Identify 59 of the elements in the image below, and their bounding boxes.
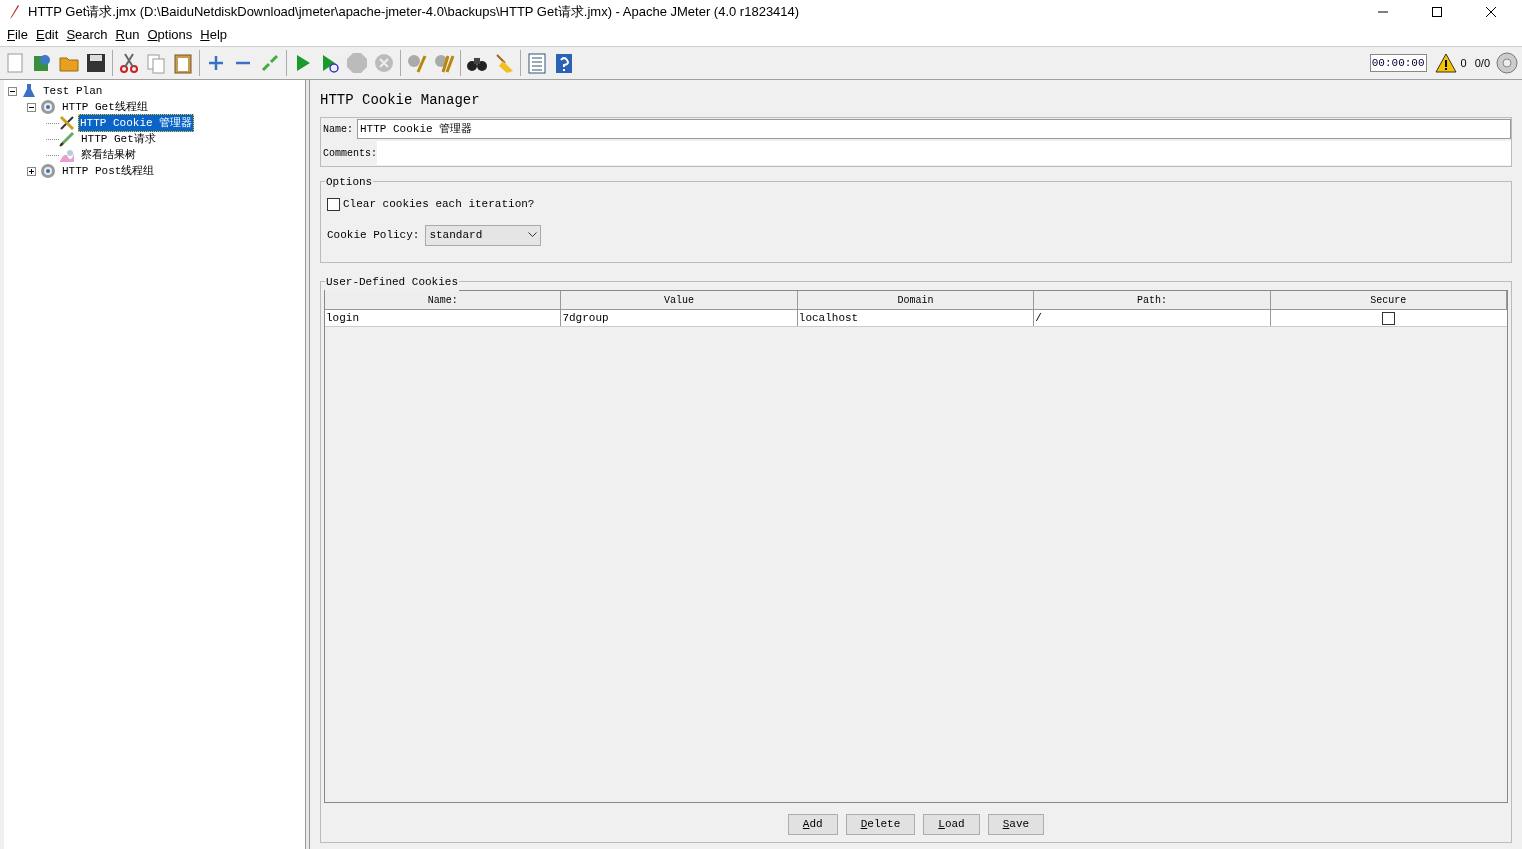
collapse-icon[interactable] xyxy=(8,86,17,96)
table-cell: login xyxy=(325,310,562,326)
dropdown-value: standard xyxy=(429,227,483,243)
checkbox[interactable] xyxy=(327,197,340,211)
comments-field[interactable] xyxy=(377,141,1511,165)
tree-item[interactable]: HTTP Cookie 管理器 xyxy=(78,113,195,133)
menu-item[interactable]: Run xyxy=(111,25,144,45)
column-header[interactable]: Name: xyxy=(325,291,562,310)
chevron-down-icon xyxy=(528,232,538,238)
elapsed-time-field: 00:00:00 xyxy=(1369,53,1427,73)
action-button[interactable]: Add xyxy=(787,814,838,835)
close-icon xyxy=(1486,7,1496,17)
menu-item[interactable]: Options xyxy=(143,25,197,45)
checkbox-label: Clear cookies each iteration? xyxy=(343,197,535,212)
error-count: 0 xyxy=(1460,55,1467,71)
action-button[interactable]: Save xyxy=(987,814,1045,835)
chart-icon xyxy=(59,147,75,163)
paste-icon[interactable] xyxy=(172,52,194,74)
save-icon[interactable] xyxy=(85,52,107,74)
menu-item[interactable]: Edit xyxy=(31,25,63,45)
gear-icon xyxy=(40,163,56,179)
column-header[interactable]: Path: xyxy=(1034,291,1271,310)
checkbox[interactable] xyxy=(1382,311,1396,325)
thread-count: 0/0 xyxy=(1474,55,1490,71)
window-title: HTTP Get请求.jmx (D:\BaiduNetdiskDownload\jmeter\apache-jmeter-4.0\backups\HTTP Get请求.jmx) - Apache JMeter (4.0 r1823414) xyxy=(28,3,800,22)
panel-heading: HTTP Cookie Manager xyxy=(320,91,481,110)
cut-icon[interactable] xyxy=(118,52,140,74)
expand-icon[interactable] xyxy=(27,166,36,176)
list-icon[interactable] xyxy=(526,52,548,74)
action-button[interactable]: Delete xyxy=(845,814,916,835)
warning-icon[interactable] xyxy=(1434,53,1457,73)
pen-icon xyxy=(59,131,75,147)
group-title: User-Defined Cookies xyxy=(325,274,460,291)
flask-icon xyxy=(21,83,37,99)
copy-icon[interactable] xyxy=(145,52,167,74)
table-cell: localhost xyxy=(797,310,1035,326)
column-header[interactable]: Value xyxy=(561,291,798,310)
wrench-icon xyxy=(59,115,75,131)
broom-icon[interactable] xyxy=(493,52,515,74)
menu-item[interactable]: Search xyxy=(62,25,112,45)
column-header[interactable]: Secure xyxy=(1270,291,1507,310)
cookie-policy-dropdown[interactable]: standard xyxy=(425,224,542,246)
name-field[interactable]: HTTP Cookie 管理器 xyxy=(357,119,1511,139)
table-cell: 7dgroup xyxy=(561,310,798,326)
table-cell: / xyxy=(1034,310,1271,326)
maximize-icon xyxy=(1432,7,1442,17)
name-label: Name: xyxy=(323,122,353,137)
help-icon[interactable] xyxy=(553,52,575,74)
menu-item[interactable]: File xyxy=(3,25,32,45)
menu-item[interactable]: Help xyxy=(196,25,231,45)
column-header[interactable]: Domain xyxy=(797,291,1035,310)
gear-icon xyxy=(40,99,56,115)
name-value: HTTP Cookie 管理器 xyxy=(360,121,473,137)
collapse-icon[interactable] xyxy=(27,102,36,112)
remote-icon xyxy=(1496,52,1518,74)
feather-icon xyxy=(8,4,20,20)
cookie-policy-label: Cookie Policy: xyxy=(327,227,420,243)
comments-label: Comments: xyxy=(323,146,377,161)
action-button[interactable]: Load xyxy=(923,814,980,835)
